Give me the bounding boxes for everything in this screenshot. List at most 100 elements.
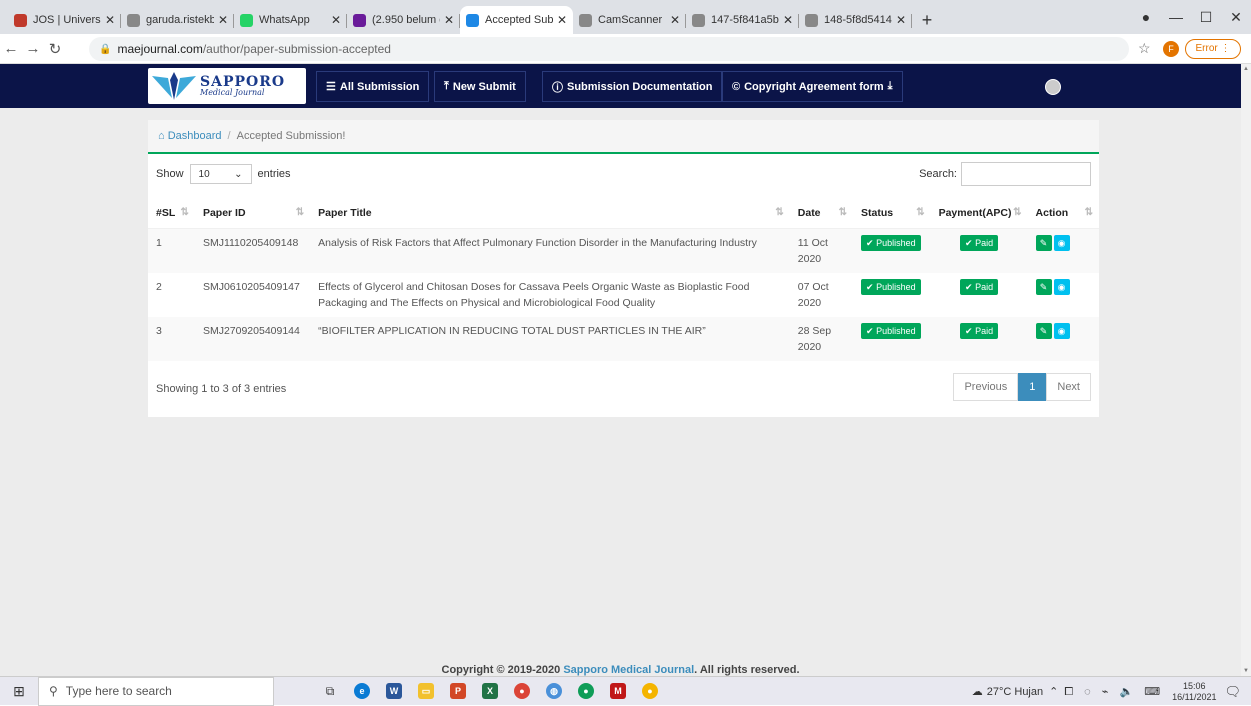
- forward-button[interactable]: →: [22, 40, 44, 57]
- maximize-button[interactable]: ☐: [1191, 9, 1221, 26]
- windows-start-icon[interactable]: ⊞: [0, 683, 38, 700]
- weather-label[interactable]: 27°C Hujan: [987, 686, 1043, 698]
- cell-paper-title: Effects of Glycerol and Chitosan Doses f…: [318, 280, 750, 309]
- nav-documentation[interactable]: ⓘ Submission Documentation: [542, 71, 723, 102]
- chrome-alt-icon[interactable]: ●: [570, 677, 602, 706]
- column-header[interactable]: Paper ID ⇅: [194, 198, 311, 229]
- column-header[interactable]: Date ⇅: [789, 198, 854, 229]
- edit-icon[interactable]: ✎: [1035, 234, 1052, 251]
- page-1-button[interactable]: 1: [1018, 373, 1047, 401]
- browser-tab[interactable]: WhatsApp ✕: [234, 6, 347, 34]
- mcafee-icon[interactable]: M: [602, 677, 634, 706]
- edit-icon[interactable]: ✎: [1035, 322, 1052, 339]
- taskbar-search[interactable]: ⚲ Type here to search: [38, 676, 274, 706]
- globe-icon[interactable]: ◍: [538, 677, 570, 706]
- minimize-button[interactable]: —: [1161, 9, 1191, 25]
- close-tab-icon[interactable]: ✕: [331, 13, 341, 27]
- close-tab-icon[interactable]: ✕: [218, 13, 228, 27]
- column-header-label: Status: [861, 206, 894, 219]
- breadcrumb-separator: /: [227, 130, 231, 142]
- chrome-icon[interactable]: ●: [506, 677, 538, 706]
- chrome-profile-icon[interactable]: ●: [634, 677, 666, 706]
- tray-icons[interactable]: ⧠ ◌ ⌁ 🔈 ⌨: [1064, 685, 1164, 699]
- column-header[interactable]: Status ⇅: [853, 198, 931, 229]
- browser-tab[interactable]: garuda.ristekbrin. ✕: [121, 6, 234, 34]
- bookmark-star-icon[interactable]: ☆: [1138, 40, 1151, 57]
- column-header[interactable]: Paper Title ⇅: [310, 198, 790, 229]
- cell-status: ✔ Published: [853, 273, 931, 317]
- browser-tab[interactable]: 147-5f841a5b9ce ✕: [686, 6, 799, 34]
- close-tab-icon[interactable]: ✕: [105, 13, 115, 27]
- task-view-icon[interactable]: ⧉: [314, 677, 346, 706]
- notification-icon[interactable]: 🗨: [1224, 684, 1241, 700]
- taskbar-search-placeholder: Type here to search: [65, 684, 172, 698]
- sort-icon: ⇅: [775, 207, 784, 218]
- page-scrollbar[interactable]: ▲ ▼: [1241, 64, 1251, 676]
- clock[interactable]: 15:06 16/11/2021: [1172, 681, 1216, 703]
- excel-icon[interactable]: X: [474, 677, 506, 706]
- browser-tab[interactable]: (2.950 belum diba ✕: [347, 6, 460, 34]
- cell-sl: 2: [156, 280, 162, 293]
- reload-button[interactable]: ↻: [44, 40, 66, 58]
- payment-badge: ✔ Paid: [960, 322, 999, 339]
- column-header[interactable]: Action ⇅: [1027, 198, 1099, 229]
- entries-select[interactable]: 10 ⌄: [189, 164, 252, 184]
- close-tab-icon[interactable]: ✕: [557, 13, 567, 27]
- browser-tab[interactable]: CamScanner 10-0 ✕: [573, 6, 686, 34]
- upload-icon: ⤒: [444, 80, 449, 92]
- payment-label: Paid: [975, 325, 994, 336]
- column-header[interactable]: Payment(APC) ⇅: [930, 198, 1028, 229]
- address-bar-row: ← → ↻ 🔒 maejournal.com/author/paper-subm…: [0, 34, 1251, 64]
- column-header-label: Payment(APC): [938, 206, 1012, 219]
- nav-all-submission[interactable]: ☰ All Submission: [316, 71, 430, 102]
- main-content: ⌂ Dashboard / Accepted Submission! Show …: [0, 108, 1241, 676]
- edge-icon[interactable]: e: [346, 677, 378, 706]
- powerpoint-icon[interactable]: P: [442, 677, 474, 706]
- nav-new-submit[interactable]: ⤒ New Submit: [434, 71, 526, 102]
- scroll-up-icon[interactable]: ▲: [1243, 66, 1249, 72]
- breadcrumb-dashboard[interactable]: ⌂ Dashboard: [158, 130, 222, 142]
- tab-favicon-icon: [14, 13, 27, 27]
- browser-tab[interactable]: JOS | Universitas ✕: [8, 6, 121, 34]
- nav-copyright[interactable]: © Copyright Agreement form ⤓: [722, 71, 903, 102]
- browser-tab[interactable]: Accepted Submis ✕: [460, 6, 573, 34]
- file-explorer-icon[interactable]: ▭: [410, 677, 442, 706]
- url-bar[interactable]: 🔒 maejournal.com/author/paper-submission…: [89, 37, 1129, 61]
- word-icon[interactable]: W: [378, 677, 410, 706]
- new-tab-button[interactable]: +: [912, 6, 942, 34]
- view-icon[interactable]: ◉: [1053, 234, 1070, 251]
- tray-overflow-icon[interactable]: ⌃: [1049, 685, 1058, 698]
- logo-title: SAPPORO: [200, 74, 286, 90]
- view-icon[interactable]: ◉: [1053, 278, 1070, 295]
- column-header-label: Paper ID: [202, 206, 246, 219]
- record-icon[interactable]: ●: [1131, 9, 1161, 25]
- site-logo[interactable]: SAPPORO Medical Journal: [148, 68, 306, 104]
- cell-paper-id: SMJ0610205409147: [202, 280, 300, 293]
- close-tab-icon[interactable]: ✕: [896, 13, 906, 27]
- view-icon[interactable]: ◉: [1053, 322, 1070, 339]
- search-input[interactable]: [961, 162, 1091, 186]
- user-avatar[interactable]: [1045, 79, 1061, 95]
- status-label: Published: [876, 325, 916, 336]
- breadcrumb-dashboard-label: Dashboard: [167, 130, 222, 142]
- close-tab-icon[interactable]: ✕: [783, 13, 793, 27]
- browser-tab[interactable]: 148-5f8d5414564 ✕: [799, 6, 912, 34]
- next-button[interactable]: Next: [1046, 373, 1091, 401]
- close-tab-icon[interactable]: ✕: [444, 13, 454, 27]
- close-window-button[interactable]: ✕: [1221, 9, 1251, 26]
- edit-icon[interactable]: ✎: [1035, 278, 1052, 295]
- footer-link[interactable]: Sapporo Medical Journal: [563, 664, 694, 676]
- pagination: Previous 1 Next: [953, 373, 1091, 401]
- error-button[interactable]: Error ⋮: [1185, 39, 1241, 59]
- back-button[interactable]: ←: [0, 40, 22, 57]
- clock-time: 15:06: [1183, 680, 1206, 691]
- close-tab-icon[interactable]: ✕: [670, 13, 680, 27]
- profile-avatar[interactable]: F: [1163, 41, 1179, 57]
- tab-favicon-icon: [579, 13, 592, 27]
- table-row: 1 SMJ1110205409148 Analysis of Risk Factor…: [148, 228, 1099, 273]
- column-header[interactable]: #SL ⇅: [148, 198, 195, 229]
- show-label: Show: [156, 168, 184, 180]
- cell-action: ✎ ◉: [1027, 228, 1099, 273]
- scroll-down-icon[interactable]: ▼: [1243, 668, 1249, 674]
- previous-button[interactable]: Previous: [953, 373, 1019, 401]
